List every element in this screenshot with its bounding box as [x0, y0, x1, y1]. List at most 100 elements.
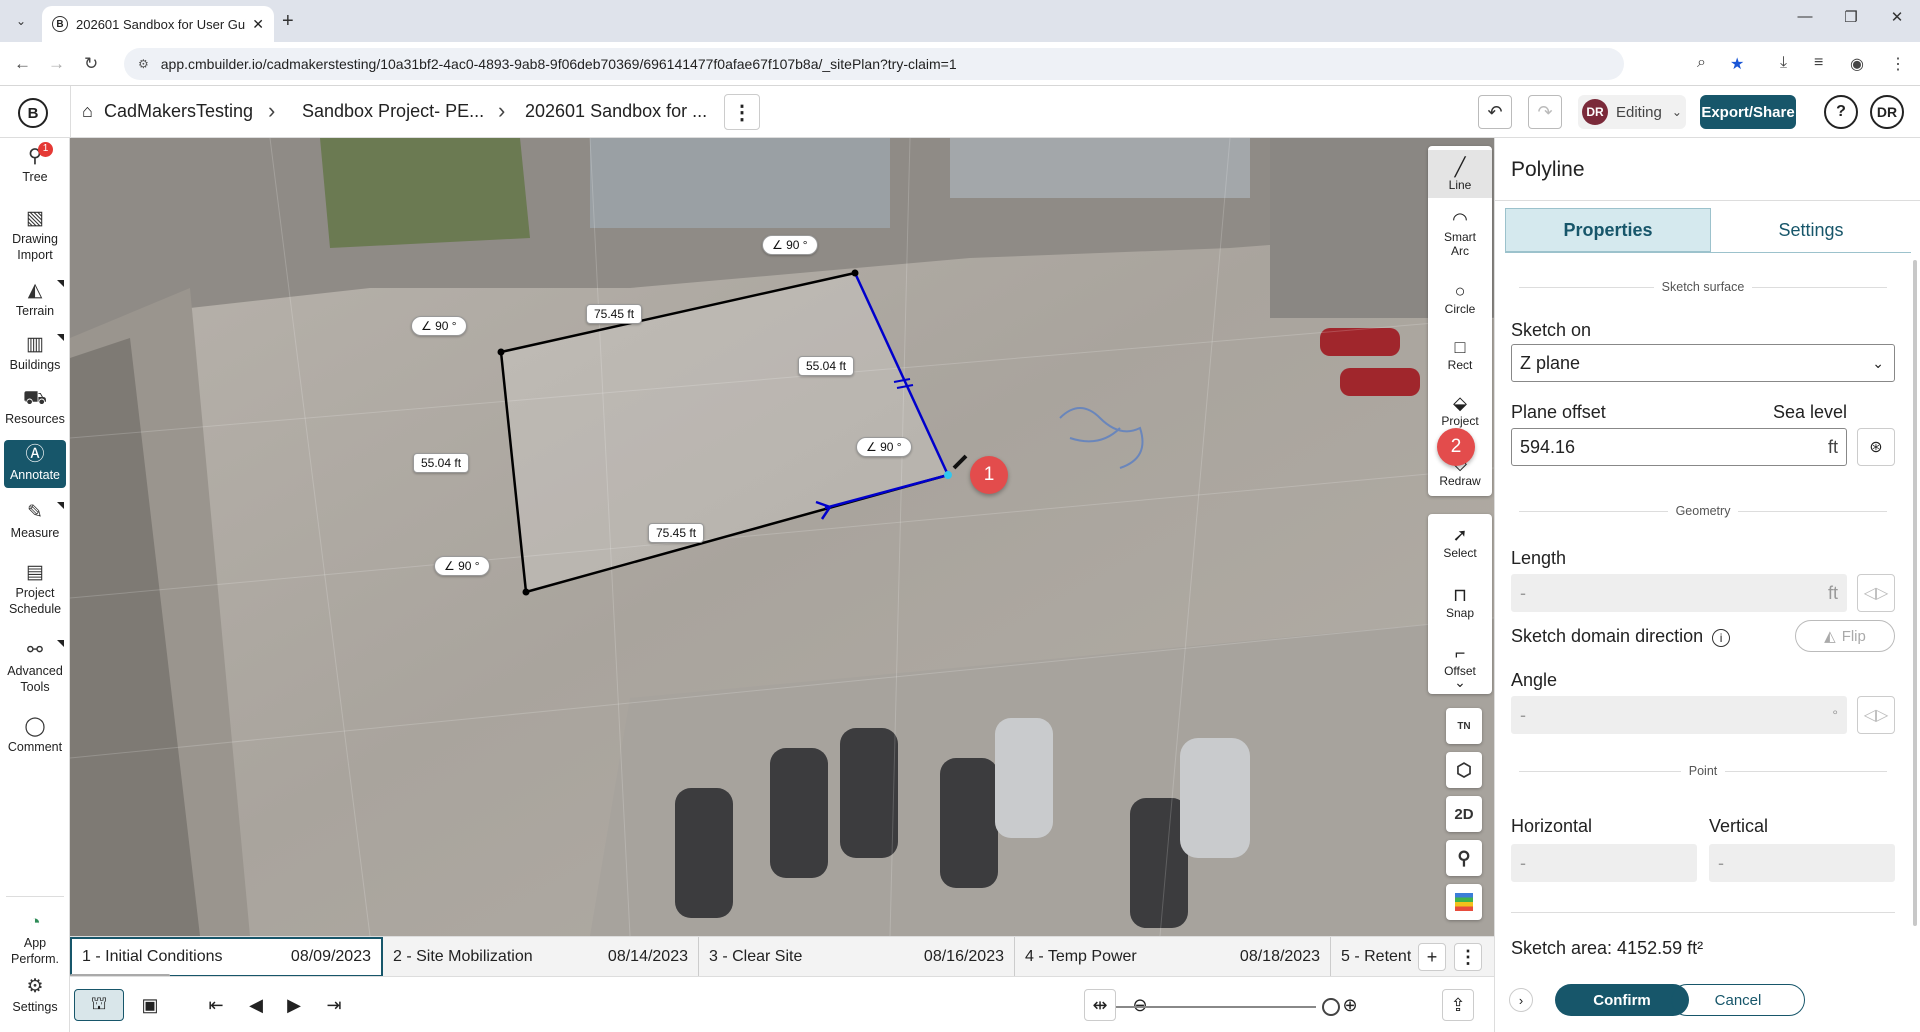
export-share-button[interactable]: Export/Share	[1700, 95, 1796, 129]
sidebar-item-settings[interactable]: ⚙ Settings	[4, 976, 66, 1016]
info-icon[interactable]: i	[1712, 629, 1731, 647]
panel-scrollbar[interactable]	[1913, 260, 1917, 926]
sidebar-item-app-performance[interactable]: ◔ App Perform.	[4, 912, 66, 967]
redo-button[interactable]: ↷	[1528, 95, 1562, 129]
sidebar-item-project-schedule[interactable]: ▤ Project Schedule	[4, 562, 66, 617]
home-icon[interactable]: ⌂	[82, 101, 93, 122]
tool-circle[interactable]: ○ Circle	[1428, 280, 1492, 316]
tab-search-dropdown[interactable]: ⌄	[8, 8, 34, 34]
2d-toggle-button[interactable]: 2D	[1446, 796, 1482, 832]
pick-offset-button[interactable]: ⊛	[1857, 428, 1895, 466]
browser-tab[interactable]: B 202601 Sandbox for User Guide ✕	[42, 6, 274, 42]
dimension-label[interactable]: 55.04 ft	[413, 453, 470, 473]
site-info-icon[interactable]: ⚙	[138, 57, 149, 71]
help-button[interactable]: ?	[1824, 95, 1858, 129]
first-phase-button[interactable]: ⇤	[200, 989, 232, 1021]
minimize-icon[interactable]: —	[1790, 8, 1820, 25]
angle-input[interactable]: - °	[1511, 696, 1847, 734]
zoom-icon[interactable]: ⌕	[1697, 54, 1706, 72]
user-avatar[interactable]: DR	[1870, 95, 1904, 129]
sidebar-item-comment[interactable]: ◯ Comment	[4, 716, 66, 756]
phase-item[interactable]: 4 - Temp Power 08/18/2023	[1015, 937, 1331, 977]
sketch-on-select[interactable]: Z plane ⌄	[1511, 344, 1895, 382]
sidebar-item-drawing-import[interactable]: ▧ Drawing Import	[4, 208, 66, 263]
flip-button[interactable]: ◭ Flip	[1795, 620, 1895, 652]
back-icon[interactable]: ←	[14, 54, 31, 74]
cancel-button[interactable]: Cancel	[1671, 984, 1805, 1016]
view-cube-button[interactable]: ⬡	[1446, 752, 1482, 788]
previous-button[interactable]: ◀	[240, 989, 272, 1021]
dimension-label[interactable]: 55.04 ft	[798, 356, 855, 376]
timeline-menu-button[interactable]: ⋮	[1454, 943, 1482, 971]
tool-select[interactable]: ➚ Select	[1428, 524, 1492, 560]
breadcrumb-company[interactable]: CadMakersTesting	[104, 101, 253, 122]
true-north-button[interactable]: TN	[1446, 708, 1482, 744]
restore-icon[interactable]: ❐	[1836, 8, 1866, 26]
phase-item[interactable]: 2 - Site Mobilization 08/14/2023	[383, 937, 699, 977]
profile-icon[interactable]: ◉	[1850, 54, 1864, 74]
tool-smart-arc[interactable]: ◠ Smart Arc	[1428, 208, 1492, 259]
person-view-button[interactable]: ⚲	[1446, 840, 1482, 876]
zoom-slider-track[interactable]	[1116, 1006, 1316, 1008]
sidebar-item-annotate[interactable]: Ⓐ Annotate	[4, 440, 66, 488]
dimension-label[interactable]: 75.45 ft	[586, 304, 643, 324]
bookmark-star-icon[interactable]: ★	[1730, 54, 1744, 74]
sidebar-item-buildings[interactable]: ▥ Buildings	[4, 334, 66, 374]
tool-offset[interactable]: ⌐ Offset	[1428, 642, 1492, 678]
add-phase-button[interactable]: +	[1418, 943, 1446, 971]
last-phase-button[interactable]: ⇥	[318, 989, 350, 1021]
length-input[interactable]: - ft	[1511, 574, 1847, 612]
reload-icon[interactable]: ↻	[84, 54, 98, 74]
plane-offset-input[interactable]: 594.16 ft	[1511, 428, 1847, 466]
presentation-button[interactable]: ▣	[134, 989, 166, 1021]
zoom-slider-handle[interactable]	[1322, 998, 1340, 1016]
download-icon[interactable]: ⤓	[1780, 54, 1787, 72]
editing-mode-dropdown[interactable]: DR Editing ⌄	[1578, 95, 1686, 129]
expand-timeline-button[interactable]: ⇪	[1442, 989, 1474, 1021]
tool-snap[interactable]: ⊓ Snap	[1428, 584, 1492, 620]
url-field[interactable]: ⚙ app.cmbuilder.io/cadmakerstesting/10a3…	[124, 48, 1624, 80]
new-tab-button[interactable]: +	[282, 10, 294, 33]
browser-menu-icon[interactable]: ⋮	[1890, 54, 1906, 74]
angle-label[interactable]: ∠ 90 °	[411, 316, 467, 336]
forward-icon[interactable]: →	[48, 54, 65, 74]
phase-item[interactable]: 5 - Retent	[1331, 937, 1411, 977]
sidebar-item-advanced-tools[interactable]: ⚯ Advanced Tools	[4, 640, 66, 695]
confirm-button[interactable]: Confirm	[1555, 984, 1689, 1016]
angle-label[interactable]: ∠ 90 °	[762, 235, 818, 255]
project-menu-button[interactable]: ⋮	[724, 94, 760, 130]
fit-timeline-button[interactable]: ⇹	[1084, 989, 1116, 1021]
collapse-panel-button[interactable]: ›	[1509, 988, 1533, 1012]
tool-rect[interactable]: □ Rect	[1428, 336, 1492, 372]
close-tab-icon[interactable]: ✕	[252, 16, 264, 33]
sidebar-item-terrain[interactable]: ◭ Terrain	[4, 280, 66, 320]
zoom-out-button[interactable]: ⊖	[1124, 989, 1156, 1021]
phase-item[interactable]: 3 - Clear Site 08/16/2023	[699, 937, 1015, 977]
app-logo[interactable]: B	[18, 98, 48, 128]
angle-step-button[interactable]: ◁▷	[1857, 696, 1895, 734]
angle-label[interactable]: ∠ 90 °	[856, 437, 912, 457]
breadcrumb-model[interactable]: 202601 Sandbox for ...	[525, 101, 707, 122]
tab-properties[interactable]: Properties	[1505, 208, 1711, 252]
sidebar-item-resources[interactable]: ⛟ Resources	[4, 388, 66, 428]
tool-project[interactable]: ⬙ Project	[1428, 392, 1492, 428]
window-close-icon[interactable]: ✕	[1882, 8, 1912, 26]
site-view-button[interactable]: ⛫	[74, 989, 124, 1021]
expand-toolbar-icon[interactable]: ⌄	[1428, 674, 1492, 691]
sidebar-item-tree[interactable]: ⚲ 1 Tree	[4, 142, 66, 186]
media-icon[interactable]: ≡	[1814, 54, 1823, 72]
sidebar-item-measure[interactable]: ✎ Measure	[4, 502, 66, 542]
vertical-input[interactable]: -	[1709, 844, 1895, 882]
map-viewport[interactable]: 75.45 ft 55.04 ft 55.04 ft 75.45 ft ∠ 90…	[70, 138, 1494, 936]
undo-button[interactable]: ↶	[1478, 95, 1512, 129]
layers-button[interactable]	[1446, 884, 1482, 920]
play-button[interactable]: ▶	[278, 989, 310, 1021]
breadcrumb-project[interactable]: Sandbox Project- PE...	[302, 101, 484, 122]
phase-item[interactable]: 1 - Initial Conditions 08/09/2023	[70, 937, 383, 977]
angle-label[interactable]: ∠ 90 °	[434, 556, 490, 576]
horizontal-input[interactable]: -	[1511, 844, 1697, 882]
tool-line[interactable]: ╱ Line	[1428, 150, 1492, 199]
length-step-button[interactable]: ◁▷	[1857, 574, 1895, 612]
tab-settings[interactable]: Settings	[1711, 208, 1911, 252]
dimension-label[interactable]: 75.45 ft	[648, 523, 705, 543]
